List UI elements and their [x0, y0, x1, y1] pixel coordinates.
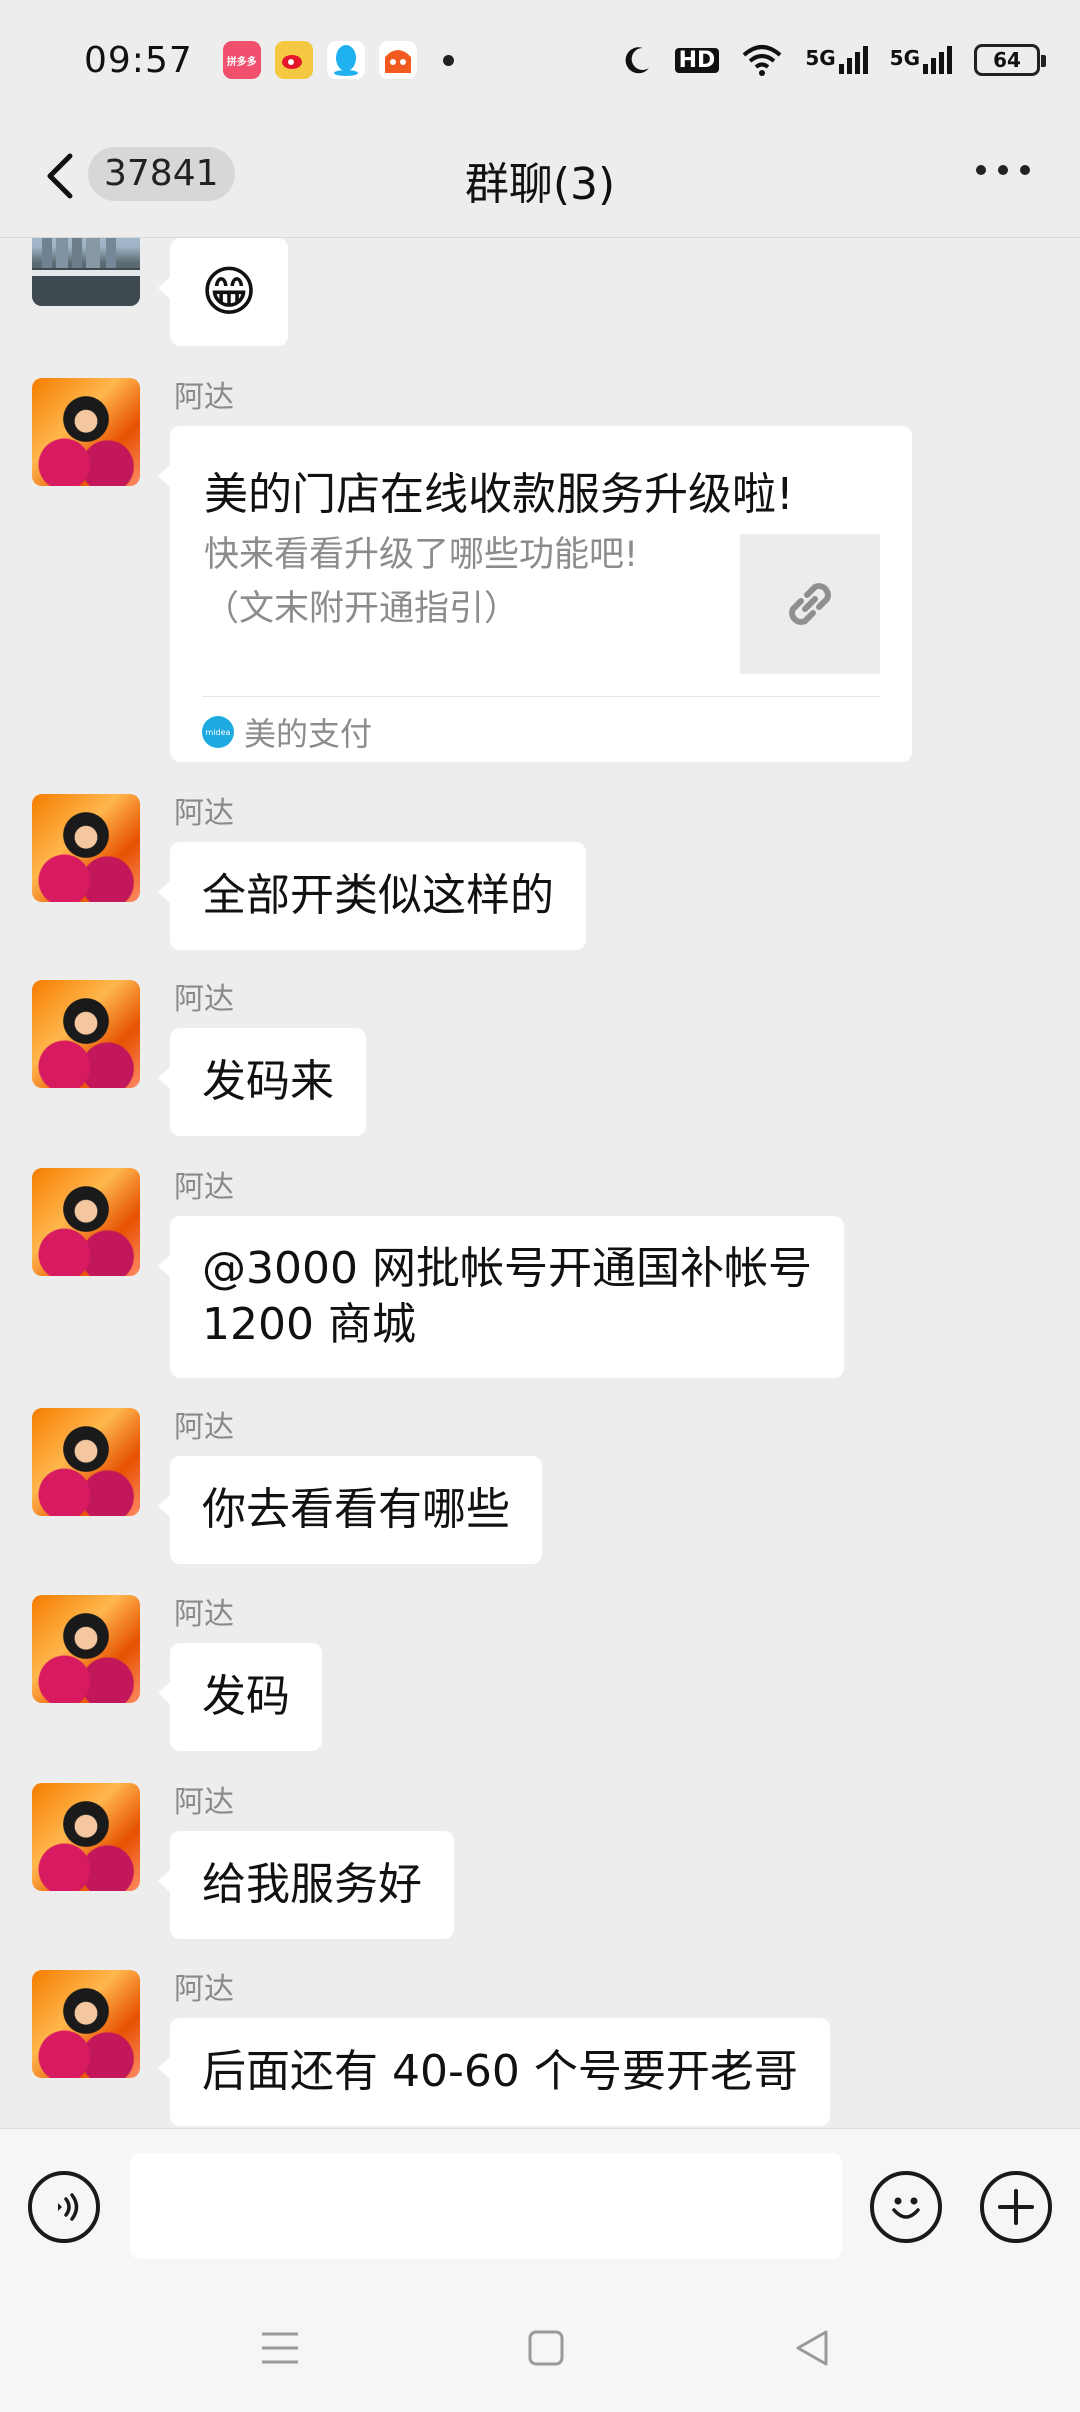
avatar[interactable] [32, 794, 140, 902]
chat-header: 37841 群聊(3) [0, 120, 1080, 238]
status-bar: 09:57 拼多多 HD 5G 5G 64 [0, 0, 1080, 120]
sender-name: 阿达 [174, 1785, 234, 1820]
sender-name: 阿达 [174, 380, 234, 415]
sender-name: 阿达 [174, 1597, 234, 1632]
voice-icon [58, 2193, 79, 2221]
wifi-icon [742, 45, 782, 76]
link-card[interactable]: 美的门店在线收款服务升级啦! 快来看看升级了哪些功能吧! （文末附开通指引） m… [158, 426, 912, 762]
avatar[interactable] [32, 1408, 140, 1516]
weibo-app-icon [274, 41, 313, 79]
notification-dot [442, 54, 454, 66]
link-source: midea 美的支付 [202, 709, 372, 755]
input-bar [0, 2128, 1080, 2284]
sender-name: 阿达 [174, 1410, 234, 1445]
link-icon [789, 583, 831, 625]
triangle-back-icon [796, 2330, 828, 2366]
message-bubble[interactable]: 给我服务好 [158, 1831, 454, 1939]
avatar[interactable] [32, 980, 140, 1088]
link-thumbnail [740, 534, 880, 674]
avatar[interactable] [32, 378, 140, 486]
status-time: 09:57 [84, 39, 193, 81]
message-bubble[interactable]: 发码 [158, 1643, 322, 1751]
plus-icon [998, 2189, 1034, 2225]
message-bubble[interactable]: 后面还有 40-60 个号要开老哥 [158, 2018, 830, 2126]
message-list[interactable]: 😁 阿达 美的门店在线收款服务升级啦! 快来看看升级了哪些功能吧! （文末附开通… [0, 238, 1080, 2128]
more-dot-icon [976, 165, 986, 175]
hd-icon: HD [674, 47, 720, 73]
sender-name: 阿达 [174, 1972, 234, 2007]
avatar[interactable] [32, 1168, 140, 1276]
message-bubble[interactable]: 发码来 [158, 1028, 366, 1136]
link-description: 快来看看升级了哪些功能吧! （文末附开通指引） [204, 535, 639, 629]
sender-name: 阿达 [174, 982, 234, 1017]
link-title: 美的门店在线收款服务升级啦! [204, 469, 794, 520]
message-bubble[interactable]: 全部开类似这样的 [158, 842, 586, 950]
message-bubble[interactable]: @3000 网批帐号开通国补帐号 1200 商城 [158, 1216, 844, 1378]
avatar[interactable] [32, 1970, 140, 2078]
midea-pay-icon: midea [202, 716, 234, 748]
avatar[interactable] [32, 1783, 140, 1891]
message-bubble[interactable]: 你去看看有哪些 [158, 1456, 542, 1564]
moon-icon [625, 47, 649, 74]
link-source-name: 美的支付 [244, 715, 373, 753]
more-actions-button[interactable] [980, 2171, 1052, 2243]
voice-input-button[interactable] [28, 2171, 100, 2243]
qq-app-icon [326, 41, 365, 79]
battery-icon: 64 [974, 44, 1046, 76]
signal-5g-icon-2: 5G [890, 46, 952, 74]
square-icon [528, 2330, 564, 2366]
sender-name: 阿达 [174, 1170, 234, 1205]
taobao-app-icon [378, 41, 417, 79]
emoji-button[interactable] [870, 2171, 942, 2243]
message-bubble[interactable]: 😁 [158, 238, 288, 346]
message-input[interactable] [130, 2153, 842, 2259]
more-options-button[interactable] [976, 165, 1030, 175]
system-back-button[interactable] [788, 2324, 836, 2372]
menu-icon [262, 2332, 298, 2364]
link-divider [202, 696, 880, 697]
smiley-icon [892, 2197, 920, 2219]
system-navigation-bar [0, 2284, 1080, 2412]
avatar[interactable] [32, 1595, 140, 1703]
recent-apps-button[interactable] [256, 2324, 304, 2372]
sender-name: 阿达 [174, 796, 234, 831]
avatar[interactable] [32, 238, 140, 306]
pinduoduo-app-icon: 拼多多 [222, 41, 261, 79]
page-title: 群聊(3) [464, 159, 616, 210]
signal-5g-icon-1: 5G [805, 46, 868, 74]
home-button[interactable] [522, 2324, 570, 2372]
